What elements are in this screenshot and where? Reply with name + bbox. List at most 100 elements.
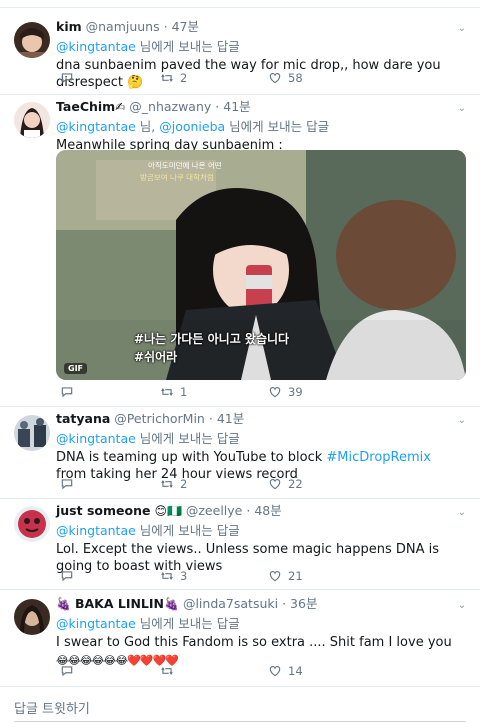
like-button[interactable]: 14 (268, 664, 303, 678)
retweet-icon (161, 388, 173, 396)
avatar[interactable] (14, 415, 50, 451)
tweet[interactable]: tatyana @PetrichorMin · 41분 @kingtantae … (0, 407, 480, 499)
reply-button[interactable] (60, 569, 74, 583)
retweet-icon (161, 572, 173, 580)
heart-icon (269, 387, 281, 398)
like-count: 58 (288, 71, 303, 85)
reply-to-link[interactable]: @kingtantae (56, 39, 136, 54)
reply-button[interactable] (60, 664, 74, 678)
like-button[interactable]: 22 (268, 477, 303, 491)
user-handle[interactable]: @PetrichorMin (114, 411, 205, 426)
writing-hand-emoji: ✍ (115, 100, 126, 114)
avatar[interactable] (14, 102, 50, 138)
reply-to-link[interactable]: @joonieba (159, 119, 225, 134)
reply-to-link[interactable]: @kingtantae (56, 119, 136, 134)
reply-context: @kingtantae 님에게 보내는 답글 (56, 522, 464, 540)
avatar[interactable] (14, 22, 50, 58)
retweet-count: 2 (180, 477, 188, 491)
like-count: 22 (288, 477, 303, 491)
tweet[interactable]: kim @namjuuns · 47분 @kingtantae 님에게 보내는 … (0, 9, 480, 95)
timestamp[interactable]: 41분 (223, 99, 250, 114)
avatar[interactable] (14, 599, 50, 635)
chevron-down-icon[interactable]: ⌄ (458, 600, 466, 611)
chevron-down-icon[interactable]: ⌄ (458, 103, 466, 114)
retweet-button[interactable]: 1 (160, 385, 187, 399)
gif-media[interactable]: 아직도미던에 나온 어떤 방금보여 나쿠 대학처럼 #나는 가다든 아니고 왔습… (56, 150, 466, 380)
heart-icon (269, 666, 281, 677)
like-button[interactable]: 39 (268, 385, 303, 399)
reply-button[interactable] (60, 71, 74, 85)
display-name[interactable]: kim (56, 19, 82, 34)
retweet-count: 3 (180, 569, 188, 583)
caption-top-secondary: 방금보여 나쿠 대학처럼 (140, 173, 214, 182)
timestamp[interactable]: 48분 (254, 503, 281, 518)
reply-to-link[interactable]: @kingtantae (56, 431, 136, 446)
display-name[interactable]: tatyana (56, 411, 110, 426)
reply-to-link[interactable]: @kingtantae (56, 523, 136, 538)
display-name[interactable]: BAKA LINLIN (75, 596, 164, 611)
tweet[interactable]: just someone 😊🇳🇬 @zeellye · 48분 @kingtan… (0, 499, 480, 590)
reply-composer[interactable]: 답글 트윗하기 (0, 690, 480, 724)
like-count: 39 (288, 385, 303, 399)
tweet[interactable]: 🍇 BAKA LINLIN🍇 @linda7satsuki · 36분 @kin… (0, 590, 480, 687)
retweet-button[interactable]: 2 (160, 477, 187, 491)
subtitle-line-1: #나는 가다든 아니고 왔습니다 (134, 332, 290, 346)
display-name[interactable]: just someone (56, 503, 150, 518)
chevron-down-icon[interactable]: ⌄ (458, 415, 466, 426)
user-handle[interactable]: @zeellye (186, 503, 242, 518)
like-button[interactable]: 21 (268, 569, 303, 583)
reply-input[interactable]: 답글 트윗하기 (14, 698, 90, 717)
retweet-button[interactable] (160, 664, 174, 678)
grapes-emoji: 🍇 (56, 597, 71, 611)
reply-button[interactable] (60, 477, 74, 491)
avatar[interactable] (14, 506, 50, 542)
separator-dot: · (215, 99, 220, 114)
reply-separator: 님, (135, 119, 160, 134)
tweet[interactable]: TaeChim✍ @_nhazwany · 41분 @kingtantae 님,… (0, 95, 480, 407)
retweet-icon (161, 74, 173, 82)
retweet-icon (161, 480, 173, 488)
reply-suffix: 님에게 보내는 답글 (139, 39, 240, 54)
separator-dot: · (208, 411, 213, 426)
reply-icon (61, 479, 73, 490)
retweet-button[interactable]: 2 (160, 71, 187, 85)
heart-icon (269, 73, 281, 84)
hashtag-link[interactable]: #MicDropRemix (326, 450, 431, 465)
like-count: 21 (288, 569, 303, 583)
reply-suffix: 님에게 보내는 답글 (139, 431, 240, 446)
heart-icon (269, 571, 281, 582)
heart-icon (269, 479, 281, 490)
reply-suffix: 님에게 보내는 답글 (139, 523, 240, 538)
reply-icon (61, 571, 73, 582)
reply-to-link[interactable]: @kingtantae (56, 616, 136, 631)
timestamp[interactable]: 41분 (217, 411, 244, 426)
timestamp[interactable]: 47분 (172, 19, 199, 34)
retweet-count: 1 (180, 385, 188, 399)
like-button[interactable]: 58 (268, 71, 303, 85)
tweet-text: I swear to God this Fandom is so extra .… (56, 635, 452, 650)
chevron-down-icon[interactable]: ⌄ (458, 23, 466, 34)
separator-dot: · (282, 596, 287, 611)
like-count: 14 (288, 664, 303, 678)
reply-context: @kingtantae 님에게 보내는 답글 (56, 38, 464, 56)
reply-context: @kingtantae 님에게 보내는 답글 (56, 430, 464, 448)
timestamp[interactable]: 36분 (290, 596, 317, 611)
chevron-down-icon[interactable]: ⌄ (458, 507, 466, 518)
reply-button[interactable] (60, 385, 74, 399)
composer-divider (14, 721, 466, 722)
tweet-text-part: DNA is teaming up with YouTube to block (56, 450, 327, 465)
display-name[interactable]: TaeChim (56, 99, 115, 114)
user-handle[interactable]: @namjuuns (86, 19, 160, 34)
reply-suffix: 님에게 보내는 답글 (229, 119, 330, 134)
reply-suffix: 님에게 보내는 답글 (139, 616, 240, 631)
reply-icon (61, 666, 73, 677)
retweet-button[interactable]: 3 (160, 569, 187, 583)
user-handle[interactable]: @_nhazwany (129, 99, 211, 114)
retweet-icon (161, 667, 173, 675)
reply-icon (61, 73, 73, 84)
retweet-count: 2 (180, 71, 188, 85)
subtitle-line-2: #쉬어라 (134, 350, 178, 364)
caption-top: 아직도미던에 나온 어떤 (148, 161, 222, 170)
gif-badge: GIF (64, 363, 88, 374)
user-handle[interactable]: @linda7satsuki (183, 596, 278, 611)
